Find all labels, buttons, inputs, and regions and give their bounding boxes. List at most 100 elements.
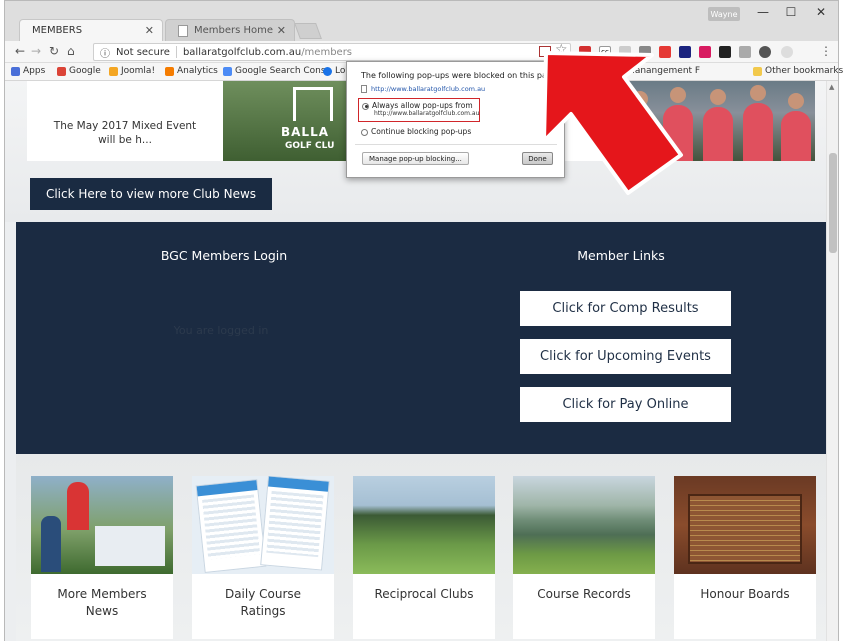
members-login-section: BGC Members Login You are logged in Memb… bbox=[16, 222, 826, 454]
bookmark-apps[interactable]: Apps bbox=[11, 66, 45, 76]
tile-honour-boards[interactable]: Honour Boards bbox=[674, 476, 816, 639]
pay-online-button[interactable]: Click for Pay Online bbox=[520, 387, 731, 422]
tile-daily-course-ratings[interactable]: Daily Course Ratings bbox=[192, 476, 334, 639]
home-icon[interactable]: ⌂ bbox=[67, 44, 75, 58]
folder-icon bbox=[753, 66, 762, 76]
browser-toolbar: ← → ↻ ⌂ ⓘ Not secure ballaratgolfclub.co… bbox=[5, 41, 838, 63]
manage-popup-blocking-button[interactable]: Manage pop-up blocking... bbox=[362, 152, 469, 165]
close-tab-icon[interactable]: ✕ bbox=[277, 24, 286, 37]
news-card[interactable]: The May 2017 Mixed Event will be h... bbox=[27, 81, 223, 161]
extension-icon[interactable] bbox=[659, 46, 671, 58]
bookmark-star-icon[interactable]: ☆ bbox=[555, 42, 568, 58]
page-icon bbox=[178, 24, 188, 37]
tile-image bbox=[192, 476, 334, 574]
always-allow-option[interactable]: Always allow pop-ups from http://www.bal… bbox=[358, 98, 480, 122]
done-button[interactable]: Done bbox=[522, 152, 553, 165]
radio-unselected-icon[interactable] bbox=[361, 128, 368, 136]
info-icon[interactable]: ⓘ bbox=[100, 45, 110, 60]
tab-label: MEMBERS bbox=[32, 25, 83, 36]
always-allow-url: http://www.ballaratgolfclub.com.au bbox=[374, 110, 480, 117]
news-card[interactable]: es bbox=[565, 81, 620, 161]
logged-in-status: You are logged in bbox=[173, 324, 269, 337]
bookmark-google[interactable]: Google bbox=[57, 66, 101, 76]
news-photo-image[interactable] bbox=[619, 81, 815, 161]
search-console-icon bbox=[223, 66, 232, 76]
extension-icon[interactable] bbox=[679, 46, 691, 58]
tile-course-records[interactable]: Course Records bbox=[513, 476, 655, 639]
reload-icon[interactable]: ↻ bbox=[49, 44, 59, 58]
bookmark-joomla[interactable]: Joomla! bbox=[109, 66, 155, 76]
bookmark-ack[interactable]: ack bbox=[567, 66, 583, 76]
address-bar[interactable]: ⓘ Not secure ballaratgolfclub.com.au/mem… bbox=[93, 43, 571, 61]
gear-icon[interactable] bbox=[719, 46, 731, 58]
upcoming-events-button[interactable]: Click for Upcoming Events bbox=[520, 339, 731, 374]
bookmark-icon bbox=[323, 66, 332, 76]
new-tab-button[interactable] bbox=[294, 23, 322, 39]
gate-logo-icon bbox=[293, 87, 333, 121]
maximize-icon[interactable]: ☐ bbox=[777, 5, 805, 19]
close-tab-icon[interactable]: ✕ bbox=[145, 24, 154, 37]
pdf-extension-icon[interactable] bbox=[579, 46, 591, 58]
login-title: BGC Members Login bbox=[160, 248, 288, 263]
view-club-news-button[interactable]: Click Here to view more Club News bbox=[30, 178, 272, 210]
title-bar: MEMBERS ✕ Members Home ✕ Wayne — ☐ ✕ bbox=[5, 1, 838, 41]
page-icon bbox=[361, 85, 367, 93]
page-scrollbar[interactable]: ▲ bbox=[826, 81, 838, 641]
minimize-icon[interactable]: — bbox=[749, 5, 777, 19]
news-card-text: The May 2017 Mixed Event will be h... bbox=[53, 120, 197, 147]
url-path: /members bbox=[301, 46, 353, 58]
member-links-title: Member Links bbox=[577, 248, 665, 263]
news-logo-image[interactable]: BALLA GOLF CLU bbox=[223, 81, 349, 161]
bookmark-analytics[interactable]: Analytics bbox=[165, 66, 218, 76]
forward-arrow-icon[interactable]: → bbox=[31, 44, 41, 58]
cc-extension-icon[interactable]: cc bbox=[599, 46, 611, 58]
scrollbar-thumb[interactable] bbox=[829, 153, 837, 253]
apps-grid-icon bbox=[11, 66, 20, 76]
radio-selected-icon[interactable] bbox=[362, 102, 369, 110]
dropbox-icon bbox=[592, 66, 601, 76]
tab-members-home[interactable]: Members Home ✕ bbox=[165, 19, 295, 41]
popup-blocked-icon[interactable] bbox=[539, 46, 551, 57]
extension-icon[interactable] bbox=[781, 46, 793, 58]
extension-icon[interactable] bbox=[619, 46, 631, 58]
back-arrow-icon[interactable]: ← bbox=[15, 44, 25, 58]
security-label: Not secure bbox=[116, 46, 170, 58]
tab-members[interactable]: MEMBERS ✕ bbox=[19, 19, 163, 41]
logo-subtext: GOLF CLU bbox=[285, 141, 335, 151]
news-card-text: es bbox=[586, 119, 599, 130]
popup-blocked-bubble: The following pop-ups were blocked on th… bbox=[346, 61, 565, 178]
tile-label: Reciprocal Clubs bbox=[374, 587, 474, 601]
member-tiles: More Members News Daily Course Ratings R… bbox=[16, 454, 826, 641]
continue-blocking-label: Continue blocking pop-ups bbox=[371, 127, 472, 136]
bookmark-search-console[interactable]: Google Search Conso bbox=[223, 66, 331, 76]
profile-button[interactable]: Wayne bbox=[708, 7, 740, 21]
bookmark-club-management[interactable]: Club Manangement F bbox=[592, 66, 700, 76]
extension-icon[interactable] bbox=[759, 46, 771, 58]
url-host: ballaratgolfclub.com.au bbox=[182, 46, 302, 58]
joomla-icon bbox=[109, 66, 118, 76]
tile-image bbox=[513, 476, 655, 574]
tile-more-members-news[interactable]: More Members News bbox=[31, 476, 173, 639]
tab-label: Members Home bbox=[194, 25, 274, 36]
browser-window: MEMBERS ✕ Members Home ✕ Wayne — ☐ ✕ ← →… bbox=[4, 0, 843, 641]
bookmark-lo[interactable]: Lo bbox=[323, 66, 345, 76]
scroll-up-icon[interactable]: ▲ bbox=[829, 83, 834, 91]
logo-text: BALLA bbox=[281, 125, 330, 139]
tile-label: More Members News bbox=[57, 587, 147, 618]
tile-reciprocal-clubs[interactable]: Reciprocal Clubs bbox=[353, 476, 495, 639]
menu-kebab-icon[interactable]: ⋮ bbox=[820, 44, 832, 58]
popup-bubble-title: The following pop-ups were blocked on th… bbox=[361, 71, 560, 80]
extension-icon[interactable] bbox=[739, 46, 751, 58]
tile-label: Daily Course Ratings bbox=[224, 587, 302, 618]
tile-label: Course Records bbox=[537, 587, 631, 601]
comp-results-button[interactable]: Click for Comp Results bbox=[520, 291, 731, 326]
extension-icon[interactable] bbox=[699, 46, 711, 58]
continue-blocking-option[interactable]: Continue blocking pop-ups bbox=[361, 127, 471, 136]
close-window-icon[interactable]: ✕ bbox=[807, 5, 835, 19]
tile-image bbox=[31, 476, 173, 574]
tile-image bbox=[353, 476, 495, 574]
other-bookmarks[interactable]: Other bookmarks bbox=[753, 66, 843, 76]
always-allow-label: Always allow pop-ups from bbox=[372, 101, 473, 110]
blocked-popup-link[interactable]: http://www.ballaratgolfclub.com.au bbox=[361, 85, 485, 93]
extension-icon[interactable] bbox=[639, 46, 651, 58]
